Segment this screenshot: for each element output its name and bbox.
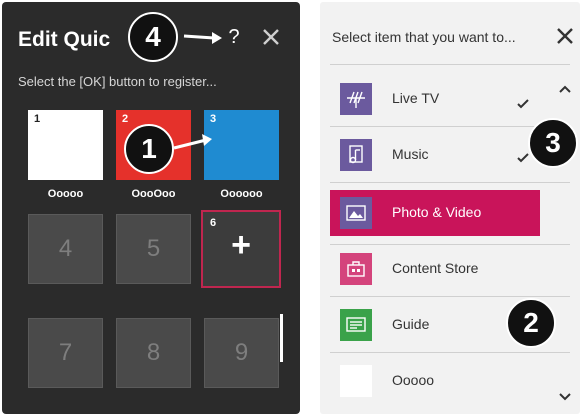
check-icon bbox=[517, 153, 529, 163]
callout-4: 4 bbox=[128, 12, 178, 62]
list-divider bbox=[330, 296, 570, 297]
list-item-label: Live TV bbox=[392, 90, 440, 106]
list-item-photo-video[interactable]: Photo & Video bbox=[330, 190, 540, 236]
chevron-up-icon[interactable] bbox=[558, 84, 572, 94]
blank-icon bbox=[340, 365, 372, 397]
list-item-label: Guide bbox=[392, 316, 430, 332]
close-button[interactable] bbox=[555, 26, 575, 46]
callout-3: 3 bbox=[528, 118, 578, 168]
header-divider bbox=[330, 64, 570, 65]
list-item-label: Photo & Video bbox=[392, 204, 482, 220]
close-icon bbox=[557, 28, 573, 44]
list-item-label: Content Store bbox=[392, 260, 479, 276]
list-divider bbox=[330, 182, 570, 183]
list-item-music[interactable]: Music bbox=[330, 132, 540, 178]
select-item-panel: Select item that you want to... Live TV bbox=[320, 2, 580, 414]
music-note-icon bbox=[340, 139, 372, 171]
list-divider bbox=[330, 244, 570, 245]
panel-title: Select item that you want to... bbox=[332, 29, 516, 45]
list-item-label: Ooooo bbox=[392, 372, 435, 388]
list-divider bbox=[330, 352, 570, 353]
list-item-live-tv[interactable]: Live TV bbox=[330, 76, 540, 122]
list-item-label: Music bbox=[392, 146, 429, 162]
list-item-content-store[interactable]: Content Store bbox=[330, 246, 540, 292]
callout-2: 2 bbox=[506, 298, 556, 348]
chevron-down-icon[interactable] bbox=[558, 392, 572, 402]
photo-icon bbox=[340, 197, 372, 229]
antenna-icon bbox=[340, 83, 372, 115]
list-item-ooooo[interactable]: Ooooo bbox=[330, 358, 540, 404]
callout-1: 1 bbox=[124, 124, 174, 174]
check-icon bbox=[517, 99, 529, 109]
store-icon bbox=[340, 253, 372, 285]
guide-icon bbox=[340, 309, 372, 341]
